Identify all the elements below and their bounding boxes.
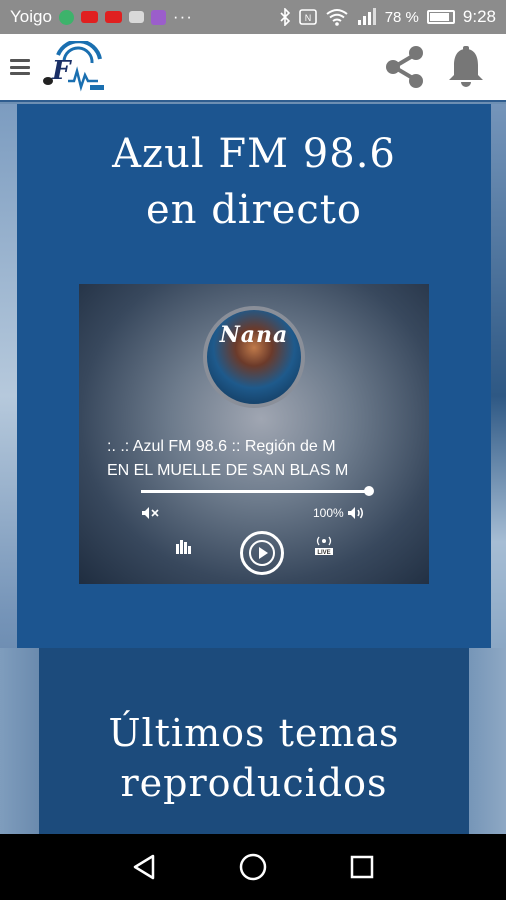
back-icon	[134, 854, 155, 880]
youtube-icon	[104, 11, 122, 23]
more-notifications-icon: ···	[172, 7, 193, 26]
live-card: Azul FM 98.6 en directo Nana :. .: Azul …	[17, 104, 491, 648]
youtube-icon	[80, 11, 98, 23]
battery-icon	[426, 10, 455, 24]
podcast-icon	[150, 9, 166, 25]
share-icon[interactable]	[380, 42, 430, 92]
carrier-label: Yoigo	[10, 7, 52, 26]
track-marquee: EN EL MUELLE DE SAN BLAS M	[107, 462, 349, 479]
mute-icon[interactable]	[141, 506, 159, 520]
svg-text:N: N	[304, 13, 311, 23]
home-button[interactable]	[237, 851, 269, 883]
recent-title-line2: reproducidos	[120, 761, 388, 805]
play-button[interactable]	[240, 531, 284, 575]
progress-bar[interactable]	[141, 486, 374, 496]
status-right: N 78 % 9:28	[279, 7, 496, 27]
progress-knob[interactable]	[364, 486, 374, 496]
bell-icon[interactable]	[446, 45, 486, 89]
live-title-line1: Azul FM 98.6	[112, 131, 396, 177]
home-icon	[239, 853, 267, 881]
svg-text:LIVE: LIVE	[317, 550, 330, 556]
whatsapp-icon	[58, 9, 74, 25]
volume-icon[interactable]	[347, 505, 367, 521]
recent-tracks-card: Últimos temas reproducidos	[39, 648, 469, 834]
live-title-line2: en directo	[146, 187, 362, 233]
live-icon[interactable]: LIVE	[313, 534, 335, 556]
status-left: Yoigo ···	[10, 7, 279, 27]
back-button[interactable]	[128, 851, 160, 883]
station-marquee: :. .: Azul FM 98.6 :: Región de M	[107, 438, 336, 455]
live-title: Azul FM 98.6 en directo	[17, 126, 491, 238]
album-cover: Nana	[203, 306, 305, 408]
recent-title-line1: Últimos temas	[108, 711, 400, 755]
clock: 9:28	[462, 7, 496, 26]
battery-percent: 78 %	[384, 8, 419, 26]
mail-icon	[128, 11, 144, 23]
album-cover-text: Nana	[219, 322, 289, 348]
radio-player: Nana :. .: Azul FM 98.6 :: Región de M E…	[79, 284, 429, 584]
nfc-icon: N	[298, 9, 317, 25]
signal-icon	[357, 8, 376, 25]
recents-icon	[350, 855, 373, 879]
wifi-icon	[326, 9, 348, 26]
bluetooth-icon	[280, 8, 290, 26]
recents-button[interactable]	[346, 851, 378, 883]
play-icon	[249, 540, 275, 566]
hamburger-icon[interactable]	[10, 56, 30, 78]
system-nav-bar	[0, 834, 506, 900]
equalizer-icon[interactable]	[175, 538, 193, 554]
recent-title: Últimos temas reproducidos	[39, 708, 469, 808]
progress-fill	[141, 490, 369, 493]
azul-fm-logo[interactable]: F	[40, 41, 108, 93]
volume-percent: 100%	[313, 506, 344, 520]
status-bar: Yoigo ··· N 78 % 9:28	[0, 0, 506, 34]
app-bar: F	[0, 34, 506, 102]
